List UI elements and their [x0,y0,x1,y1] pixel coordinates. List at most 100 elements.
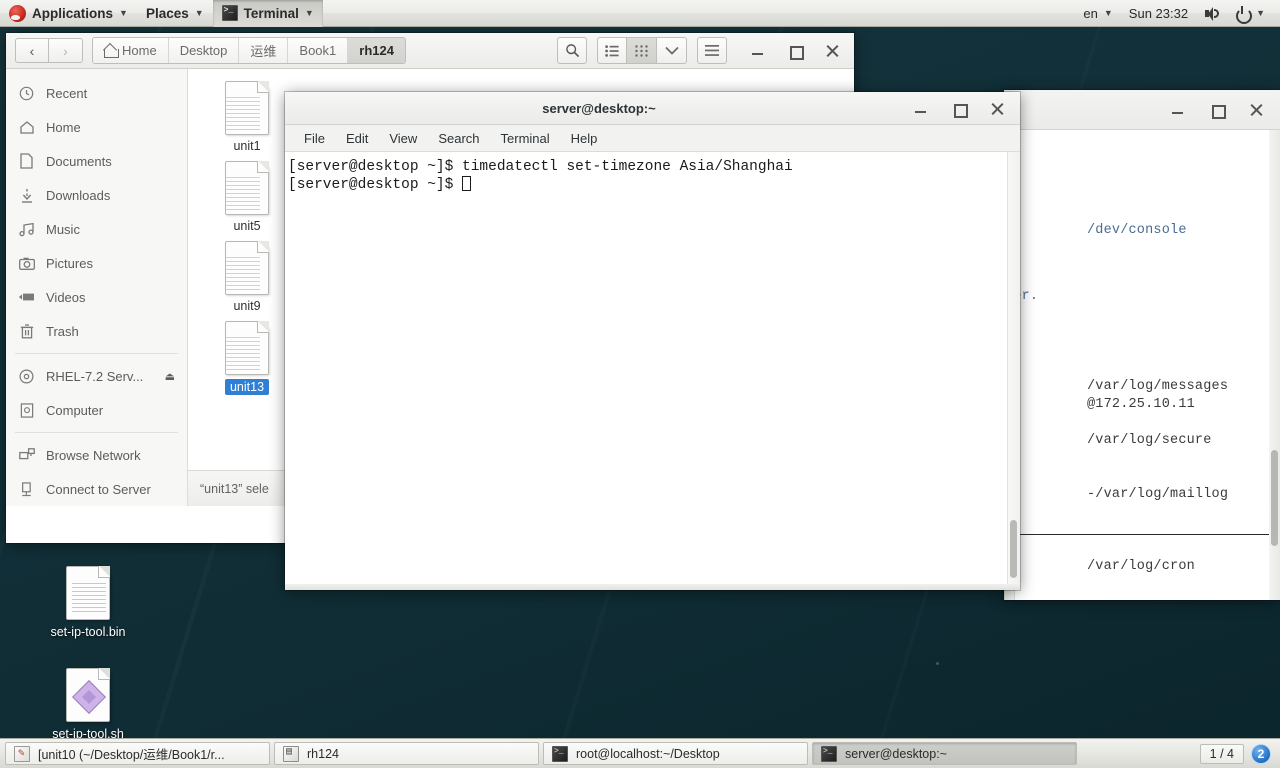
volume-indicator[interactable] [1197,0,1226,27]
server-icon [18,481,35,498]
document-line: /var/log/messages [1087,379,1229,394]
document-line: @172.25.10.11 [1087,397,1195,412]
document-divider [1017,534,1269,535]
taskbar-item-file-manager[interactable]: rh124 [274,742,539,765]
top-panel: Applications ▼ Places ▼ Terminal ▼ en ▼ … [0,0,1280,27]
taskbar-right-area: 1 / 4 2 [1199,743,1275,764]
hamburger-menu-icon[interactable] [697,37,727,64]
sidebar-item-videos[interactable]: Videos [6,280,187,314]
file-manager-sidebar: Recent Home Documents Downloads Music Pi… [6,69,188,506]
menu-edit[interactable]: Edit [338,129,376,148]
terminal-prompt-line: [server@desktop ~]$ [285,176,1020,194]
system-menu[interactable]: ▼ [1228,0,1272,27]
minimize-button[interactable] [913,100,930,117]
desktop-icon-set-ip-tool-bin[interactable]: set-ip-tool.bin [33,566,143,639]
menu-file[interactable]: File [296,129,333,148]
desktop-icon-set-ip-tool-sh[interactable]: set-ip-tool.sh [33,668,143,741]
close-button[interactable] [1248,101,1265,118]
document-line: /var/log/secure [1087,433,1212,448]
breadcrumb-item-rh124[interactable]: rh124 [348,38,405,63]
minimize-button[interactable] [1170,101,1187,118]
sidebar-item-recent[interactable]: Recent [6,76,187,110]
text-file-icon [225,81,269,135]
text-file-icon [66,566,110,620]
network-icon [18,447,35,464]
sidebar-item-pictures[interactable]: Pictures [6,246,187,280]
sidebar-item-home[interactable]: Home [6,110,187,144]
desktop-icon-label: set-ip-tool.bin [50,625,126,639]
maximize-button[interactable] [951,100,968,118]
list-view-icon[interactable] [597,37,627,64]
terminal-window[interactable]: server@desktop:~ File Edit View Search T… [285,92,1020,590]
breadcrumb-item-home[interactable]: Home [93,38,169,63]
wallpaper-speck [936,662,939,665]
search-icon[interactable] [557,37,587,64]
sidebar-item-browse-network[interactable]: Browse Network [6,438,187,472]
chevron-down-icon: ▼ [304,7,314,18]
taskbar-item-terminal-server[interactable]: server@desktop:~ [812,742,1077,765]
menu-help[interactable]: Help [563,129,606,148]
breadcrumb-item-yunwei[interactable]: 运维 [239,38,289,63]
chevron-down-icon: ▼ [1256,7,1265,18]
active-application-label: Terminal [243,5,299,21]
clock[interactable]: Sun 23:32 [1122,0,1195,27]
file-item[interactable]: unit5 [200,161,294,241]
back-button[interactable]: ‹ [15,38,49,63]
breadcrumb-item-book1[interactable]: Book1 [288,38,349,63]
minimize-button[interactable] [750,42,767,59]
taskbar-item-terminal-root[interactable]: root@localhost:~/Desktop [543,742,808,765]
sidebar-item-downloads[interactable]: Downloads [6,178,187,212]
workspace-switcher[interactable]: 1 / 4 [1199,743,1244,764]
eject-icon[interactable]: ⏏ [165,370,175,383]
sidebar-item-rhel-disc[interactable]: RHEL-7.2 Serv... ⏏ [6,359,187,393]
file-item[interactable]: unit9 [200,241,294,321]
document-scrollbar[interactable] [1269,130,1280,600]
workspace-badge[interactable]: 2 [1251,743,1271,764]
sidebar-item-connect-to-server[interactable]: Connect to Server [6,472,187,506]
terminal-scrollbar[interactable] [1007,152,1020,590]
file-name: unit5 [233,219,261,233]
forward-button[interactable]: › [49,38,83,63]
breadcrumb-item-desktop[interactable]: Desktop [168,38,240,63]
close-button[interactable] [989,100,1006,117]
close-button[interactable] [824,42,841,59]
file-manager-icon [283,745,299,762]
terminal-resize-grip[interactable] [285,584,1020,590]
menu-view[interactable]: View [381,129,425,148]
menu-search[interactable]: Search [430,129,487,148]
taskbar-item-label: root@localhost:~/Desktop [576,746,720,761]
applications-menu-label: Applications [32,5,114,21]
sidebar-item-trash[interactable]: Trash [6,314,187,348]
file-item[interactable]: unit1 [200,81,294,161]
script-file-icon [66,668,110,722]
terminal-titlebar[interactable]: server@desktop:~ [285,92,1020,125]
terminal-window-title: server@desktop:~ [542,100,656,116]
terminal-scrollbar-thumb[interactable] [1010,520,1017,578]
terminal-output-area[interactable]: [server@desktop ~]$ timedatectl set-time… [285,152,1020,590]
taskbar-item-editor[interactable]: [unit10 (~/Desktop/运维/Book1/r... [5,742,270,765]
clock-label: Sun 23:32 [1128,5,1189,21]
maximize-button[interactable] [787,42,804,60]
file-name: unit9 [233,299,261,313]
document-window-titlebar[interactable] [1004,90,1280,130]
maximize-button[interactable] [1209,101,1226,119]
download-icon [18,187,35,204]
chevron-down-icon[interactable] [657,37,687,64]
file-item-selected[interactable]: unit13 [200,321,294,401]
document-scrollbar-thumb[interactable] [1271,450,1278,546]
applications-menu[interactable]: Applications ▼ [0,0,137,27]
sidebar-item-label: Recent [46,85,88,101]
active-application-menu[interactable]: Terminal ▼ [212,0,323,27]
sidebar-item-label: Home [46,119,81,135]
sidebar-item-documents[interactable]: Documents [6,144,187,178]
sidebar-item-music[interactable]: Music [6,212,187,246]
menu-terminal[interactable]: Terminal [493,129,558,148]
keyboard-layout-indicator[interactable]: en ▼ [1076,0,1119,27]
breadcrumb-label: Home [122,43,157,58]
places-menu[interactable]: Places ▼ [137,0,213,27]
file-manager-window-controls [736,42,845,60]
grid-view-icon[interactable] [627,37,657,64]
terminal-prompt: [server@desktop ~]$ [288,177,463,193]
sidebar-item-computer[interactable]: Computer [6,393,187,427]
document-window[interactable]: /dev/console her. /var/log/messages @172… [1004,90,1280,600]
